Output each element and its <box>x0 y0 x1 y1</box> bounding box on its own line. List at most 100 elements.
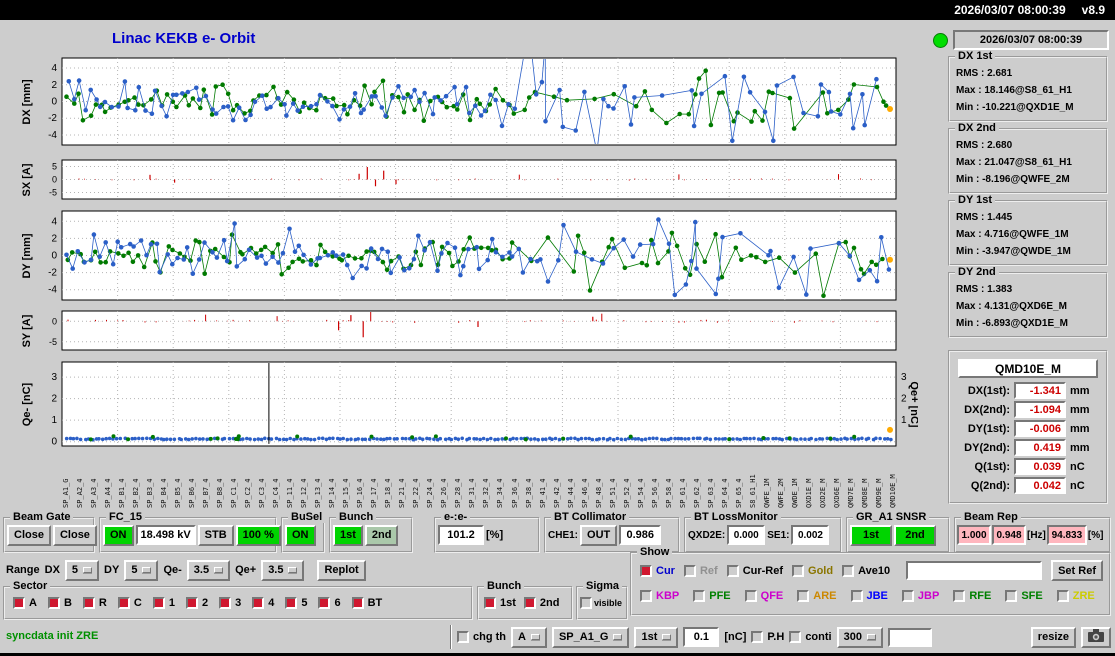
sector-checkbox-b[interactable]: B <box>47 597 72 609</box>
x-tick-label: SP_C2_4 <box>244 478 253 508</box>
beam-rep-percent-label: [%] <box>1087 529 1104 541</box>
sector-checkbox-2[interactable]: 2 <box>185 597 208 609</box>
busel-on-button[interactable]: ON <box>285 524 316 546</box>
range-qem-select[interactable]: 3.5 <box>186 559 231 581</box>
monitor-row: DX(2nd): -1.094 mm <box>954 401 1102 418</box>
sx-steering-plot: 5 0 -5 SX [A] <box>18 159 918 201</box>
show-are-checkbox[interactable]: ARE <box>797 590 837 602</box>
ref-file-entry[interactable] <box>906 561 1043 580</box>
sector-checkbox-6[interactable]: 6 <box>318 597 341 609</box>
bunch-2nd-button[interactable]: 2nd <box>364 524 399 546</box>
sector-checkbox-5[interactable]: 5 <box>285 597 307 609</box>
select-value: 5 <box>131 564 138 576</box>
show-jbe-checkbox[interactable]: JBE <box>850 590 888 602</box>
device-select[interactable]: SP_A1_G <box>551 626 630 648</box>
gr-a1-2nd-button[interactable]: 2nd <box>894 524 936 546</box>
statusbar-controls: chg th A SP_A1_G 1st 0.1 [nC] P.H conti … <box>450 623 1111 651</box>
stats-caption: DX 2nd <box>955 122 999 134</box>
ph-checkbox[interactable]: P.H <box>751 631 784 643</box>
checkbox-indicator <box>842 564 855 577</box>
show-pfe-checkbox[interactable]: PFE <box>693 590 731 602</box>
show-jbp-checkbox[interactable]: JBP <box>901 590 940 602</box>
se1-value-field: 0.002 <box>791 525 830 545</box>
checkbox-indicator <box>640 564 652 577</box>
show-zre-checkbox[interactable]: ZRE <box>1056 590 1095 602</box>
range-qep-select[interactable]: 3.5 <box>261 559 305 581</box>
show-ave10-checkbox[interactable]: Ave10 <box>842 564 890 577</box>
chg-th-checkbox[interactable]: chg th <box>457 631 506 643</box>
titlebar-datetime: 2026/03/07 08:00:39 <box>954 3 1066 17</box>
range-dx-select[interactable]: 5 <box>64 559 100 581</box>
fc15-stb-button[interactable]: STB <box>197 524 234 546</box>
screenshot-button[interactable] <box>1081 626 1111 648</box>
replot-button[interactable]: Replot <box>317 559 366 581</box>
threshold-field[interactable]: 0.1 <box>683 627 720 647</box>
count-select[interactable]: 300 <box>836 626 883 648</box>
sigma-visible-checkbox[interactable]: visible <box>580 597 622 609</box>
show-cur-checkbox[interactable]: Cur <box>640 564 675 577</box>
gr-a1-snsr-frame: GR_A1 SNSR 1st 2nd <box>846 511 950 553</box>
show-cur-ref-checkbox[interactable]: Cur-Ref <box>726 564 783 577</box>
x-tick-label: SP_C3_4 <box>258 478 267 508</box>
set-ref-button[interactable]: Set Ref <box>1051 560 1103 581</box>
beam-gate-close-1-button[interactable]: Close <box>7 524 51 546</box>
checkbox-label: A <box>29 597 37 609</box>
x-tick-label: SP_51_4 <box>608 478 617 508</box>
x-tick-label: SP_56_4 <box>650 478 659 508</box>
frame-caption: Bunch <box>484 580 525 592</box>
show-qfe-checkbox[interactable]: QFE <box>744 590 783 602</box>
show-ref-checkbox[interactable]: Ref <box>683 564 718 577</box>
sector-checkbox-c[interactable]: C <box>117 597 142 609</box>
checkbox-indicator <box>726 564 739 577</box>
show-rfe-checkbox[interactable]: RFE <box>953 590 991 602</box>
show-frame: Show Cur Ref Cur-Ref Gold Ave10 Set Ref … <box>630 546 1111 616</box>
show-kbp-checkbox[interactable]: KBP <box>640 590 679 602</box>
frame-caption: Beam Gate <box>10 511 74 523</box>
sigma-frame: Sigma visible <box>576 580 628 620</box>
monitor-name-button[interactable]: QMD10E_M <box>958 359 1098 378</box>
checkbox-label: JBP <box>917 590 940 602</box>
sector-checkbox-r[interactable]: R <box>82 597 107 609</box>
gr-a1-1st-button[interactable]: 1st <box>850 524 892 546</box>
x-tick-label: SP_31_4 <box>468 478 477 508</box>
x-tick-label: SP_32_4 <box>482 478 491 508</box>
dx-orbit-plot: 4 2 0 -2 -4 DX [mm] <box>18 57 918 147</box>
resize-button[interactable]: resize <box>1030 626 1076 648</box>
checkbox-indicator <box>1005 590 1018 602</box>
checkbox-label: R <box>98 597 107 609</box>
range-dy-label: DY <box>104 564 120 576</box>
statusbar-entry[interactable] <box>887 627 932 647</box>
svg-text:0: 0 <box>52 175 57 185</box>
sector-checkbox-a[interactable]: A <box>13 597 37 609</box>
plot-x-axis-labels: SP_A1_G SP_A2_4 SP_A3_4 SP_A4_4 SP_B1_4 SP_B2… <box>62 450 898 508</box>
bunch-1st-checkbox[interactable]: 1st <box>484 597 516 609</box>
sector-checkbox-4[interactable]: 4 <box>252 597 274 609</box>
sector-checkbox-1[interactable]: 1 <box>152 597 175 609</box>
bunch-1st-button[interactable]: 1st <box>333 524 363 546</box>
sector-checkbox-bt[interactable]: BT <box>351 597 382 609</box>
x-tick-label: SP_61_4 <box>678 478 687 508</box>
svg-text:2: 2 <box>51 233 57 244</box>
frame-caption: Sector <box>10 580 51 592</box>
range-dy-select[interactable]: 5 <box>124 559 159 581</box>
show-gold-checkbox[interactable]: Gold <box>792 564 833 577</box>
bunch-select[interactable]: 1st <box>634 626 679 648</box>
checkbox-indicator <box>953 590 966 602</box>
show-sfe-checkbox[interactable]: SFE <box>1005 590 1043 602</box>
checkbox-indicator <box>185 597 198 609</box>
conti-checkbox[interactable]: conti <box>789 631 832 643</box>
che1-state-button[interactable]: OUT <box>580 524 618 546</box>
stat-min: Min : -10.221@QXD1E_M <box>956 102 1074 113</box>
x-tick-label: SP_13_4 <box>314 478 323 508</box>
stat-max: Max : 18.146@S8_61_H1 <box>956 85 1072 96</box>
sector-checkbox-3[interactable]: 3 <box>219 597 241 609</box>
range-label: Range <box>6 564 40 576</box>
checkbox-indicator <box>901 590 914 602</box>
fc15-on-button[interactable]: ON <box>103 524 134 546</box>
bunch-2nd-checkbox[interactable]: 2nd <box>523 597 559 609</box>
threshold-unit-label: [nC] <box>724 631 747 643</box>
mode-select[interactable]: A <box>511 626 547 648</box>
fc15-kv-field: 18.498 kV <box>135 525 196 545</box>
beam-gate-close-2-button[interactable]: Close <box>52 524 97 546</box>
svg-text:0: 0 <box>51 97 57 108</box>
